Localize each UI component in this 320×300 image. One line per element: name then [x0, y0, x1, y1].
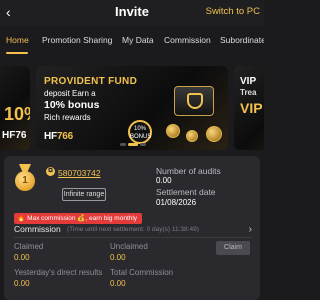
- settlement-value: 01/08/2026: [156, 198, 197, 207]
- commission-header[interactable]: Commission (Time until next settlement: …: [14, 224, 260, 238]
- tab-bar: Home Promotion Sharing My Data Commissio…: [0, 26, 264, 56]
- banner-right-line3: VIP: [240, 100, 263, 116]
- banner-left-logo: HF76: [2, 130, 27, 141]
- tab-home[interactable]: Home: [6, 35, 29, 45]
- range-badge: Infinite range: [62, 188, 106, 201]
- banner-line3: Rich rewards: [44, 113, 91, 122]
- banner-slide-next[interactable]: VIP Trea VIP: [234, 66, 264, 150]
- promo-text: Max commission 💰, earn big monthly: [27, 215, 138, 222]
- tab-promotion-sharing[interactable]: Promotion Sharing: [42, 35, 112, 45]
- shield-icon: [187, 93, 203, 109]
- banner-slide-provident-fund[interactable]: PROVIDENT FUND deposit Earn a 10% bonus …: [36, 66, 228, 150]
- unclaimed-value: 0.00: [110, 253, 126, 262]
- banner-right-line1: VIP: [240, 76, 257, 87]
- copy-icon[interactable]: ⧉: [46, 167, 55, 176]
- total-commission-value: 0.00: [110, 279, 126, 288]
- fire-icon: 🔥: [17, 215, 26, 222]
- brand-logo-num: 766: [56, 131, 74, 142]
- tab-my-data[interactable]: My Data: [122, 35, 154, 45]
- level-number: 1: [15, 171, 35, 191]
- commission-card: 1 ⧉ 580703742 Infinite range Number of a…: [4, 156, 260, 300]
- brand-logo: HF766: [44, 131, 73, 142]
- promo-banner: 🔥 Max commission 💰, earn big monthly: [14, 213, 142, 224]
- yesterday-results-label: Yesterday's direct results: [14, 268, 103, 277]
- banner-title: PROVIDENT FUND: [44, 76, 138, 87]
- switch-to-pc-link[interactable]: Switch to PC: [206, 6, 260, 17]
- coin-icon: [186, 130, 198, 142]
- divider: [14, 237, 252, 238]
- tab-subordinate[interactable]: Subordinate: [220, 35, 264, 45]
- claimed-value: 0.00: [14, 253, 30, 262]
- banner-line2: 10% bonus: [44, 99, 100, 111]
- carousel-dot[interactable]: [120, 143, 126, 146]
- coin-icon: [206, 126, 222, 142]
- audits-value: 0.00: [156, 176, 172, 185]
- vault-icon: [174, 86, 214, 116]
- active-tab-indicator: [6, 52, 28, 54]
- top-bar: ‹ Invite Switch to PC: [0, 0, 264, 26]
- user-id-link[interactable]: 580703742: [58, 168, 101, 178]
- level-medal-icon: 1: [14, 164, 36, 192]
- carousel-dot-active[interactable]: [128, 143, 138, 146]
- commission-title: Commission: [14, 224, 61, 234]
- audits-label: Number of audits: [156, 166, 221, 176]
- bonus-badge: 10% BONUS: [128, 120, 152, 144]
- banner-left-big: 10%: [4, 104, 30, 124]
- tab-commission[interactable]: Commission: [164, 35, 211, 45]
- bonus-badge-pct: 10%: [133, 126, 146, 132]
- chevron-right-icon[interactable]: ›: [249, 224, 252, 235]
- carousel-dot[interactable]: [140, 143, 146, 146]
- banner-line1: deposit Earn a: [44, 89, 96, 98]
- unclaimed-label: Unclaimed: [110, 242, 148, 251]
- banner-right-line2: Trea: [240, 88, 257, 97]
- banner-slide-previous[interactable]: 10% HF76: [0, 66, 30, 150]
- carousel-dots: [120, 143, 146, 146]
- banner-carousel[interactable]: 10% HF76 PROVIDENT FUND deposit Earn a 1…: [0, 60, 264, 150]
- bonus-badge-word: BONUS: [130, 134, 152, 140]
- settlement-countdown: (Time until next settlement: 0 day(s) 11…: [67, 226, 199, 233]
- claimed-label: Claimed: [14, 242, 44, 251]
- coin-icon: [166, 124, 180, 138]
- yesterday-results-value: 0.00: [14, 279, 30, 288]
- settlement-label: Settlement date: [156, 187, 216, 197]
- brand-logo-main: HF: [44, 131, 57, 142]
- claim-button[interactable]: Claim: [216, 241, 250, 255]
- total-commission-label: Total Commission: [110, 268, 174, 277]
